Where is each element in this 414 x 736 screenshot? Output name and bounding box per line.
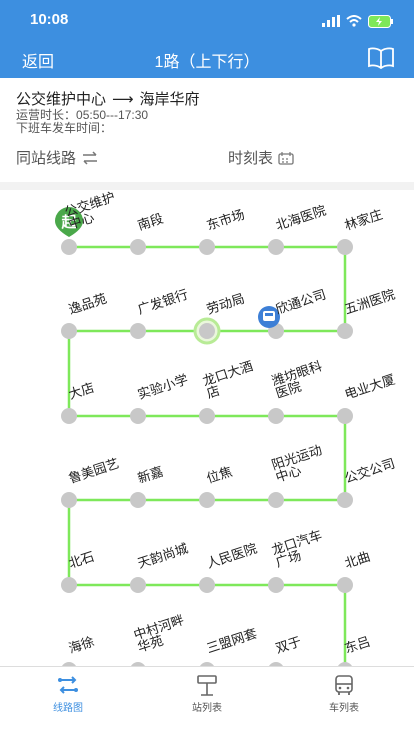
stop-dot[interactable] bbox=[199, 408, 215, 424]
app-header: 10:08 返回 1路（上下行） bbox=[0, 0, 414, 78]
stop-dot[interactable] bbox=[268, 492, 284, 508]
tab-label: 站列表 bbox=[192, 703, 222, 714]
stop-dot[interactable] bbox=[199, 492, 215, 508]
stop-dot[interactable] bbox=[61, 492, 77, 508]
route-map-canvas: 起 bbox=[55, 207, 353, 666]
stop-dot[interactable] bbox=[130, 577, 146, 593]
route-info-panel: 公交维护中心 ⟶ 海岸华府 运营时长：05:50---17:30 下班车发车时间： … bbox=[0, 78, 414, 182]
arrow-right-icon: ⟶ bbox=[112, 91, 134, 108]
route-direction: 公交维护中心 ⟶ 海岸华府 bbox=[16, 88, 200, 109]
tab-route-map[interactable]: 线路图 bbox=[28, 674, 108, 714]
same-stop-label: 同站线路 bbox=[16, 150, 77, 167]
stop-dot[interactable] bbox=[268, 408, 284, 424]
tab-label: 车列表 bbox=[329, 703, 359, 714]
tab-stop-list[interactable]: 站列表 bbox=[167, 674, 247, 714]
route-from: 公交维护中心 bbox=[16, 91, 107, 108]
tab-bar: 线路图 站列表 车列表 bbox=[0, 666, 414, 736]
status-icons bbox=[322, 14, 394, 28]
stop-dot[interactable] bbox=[337, 408, 353, 424]
stop-dot[interactable] bbox=[130, 323, 146, 339]
timetable-label: 时刻表 bbox=[228, 150, 274, 167]
stop-dot[interactable] bbox=[130, 239, 146, 255]
stop-dot[interactable] bbox=[130, 408, 146, 424]
stop-dot[interactable] bbox=[199, 323, 215, 339]
route-map: 起 公交维护 中心 南段 东市场 北海医院 林家庄 五洲医院 欣通公司 劳动局 广发银行 逸品苑 大店… bbox=[0, 190, 414, 666]
same-stop-lines-button[interactable]: 同站线路 bbox=[16, 147, 99, 168]
wifi-icon bbox=[346, 15, 362, 27]
tab-label: 线路图 bbox=[53, 703, 83, 714]
last-bus-label: 下班车发车时间： bbox=[16, 121, 113, 135]
stop-dot[interactable] bbox=[61, 239, 77, 255]
stop-dot[interactable] bbox=[337, 239, 353, 255]
bus-stop-icon bbox=[197, 675, 217, 696]
route-map-icon bbox=[58, 676, 78, 694]
tab-bus-list[interactable]: 车列表 bbox=[304, 674, 384, 714]
status-bar: 10:08 bbox=[0, 10, 414, 32]
route-to: 海岸华府 bbox=[139, 91, 200, 108]
stop-dot[interactable] bbox=[337, 323, 353, 339]
bus-icon bbox=[335, 675, 353, 695]
book-icon[interactable] bbox=[368, 47, 394, 69]
stop-dot[interactable] bbox=[268, 577, 284, 593]
stop-dot[interactable] bbox=[199, 239, 215, 255]
stop-dot[interactable] bbox=[199, 577, 215, 593]
stop-dot[interactable] bbox=[337, 577, 353, 593]
stop-dot[interactable] bbox=[61, 323, 77, 339]
battery-icon bbox=[368, 14, 393, 28]
status-time: 10:08 bbox=[30, 11, 69, 28]
swap-icon bbox=[83, 150, 98, 165]
route-tools: 同站线路 时刻表 bbox=[16, 147, 400, 169]
stop-dot[interactable] bbox=[61, 577, 77, 593]
page-title: 1路（上下行） bbox=[154, 54, 260, 71]
stop-dot[interactable] bbox=[61, 408, 77, 424]
signal-icon bbox=[322, 15, 340, 27]
hours-label: 运营时长： bbox=[16, 108, 77, 122]
stop-dot[interactable] bbox=[130, 492, 146, 508]
stop-dot[interactable] bbox=[268, 239, 284, 255]
nav-bar: 返回 1路（上下行） bbox=[0, 44, 414, 74]
route-meta: 运营时长：05:50---17:30 下班车发车时间： bbox=[16, 109, 148, 135]
stop-dot[interactable] bbox=[337, 492, 353, 508]
timetable-button[interactable]: 时刻表 bbox=[228, 147, 294, 168]
hours-value: 05:50---17:30 bbox=[76, 108, 149, 122]
calendar-icon bbox=[278, 151, 294, 165]
